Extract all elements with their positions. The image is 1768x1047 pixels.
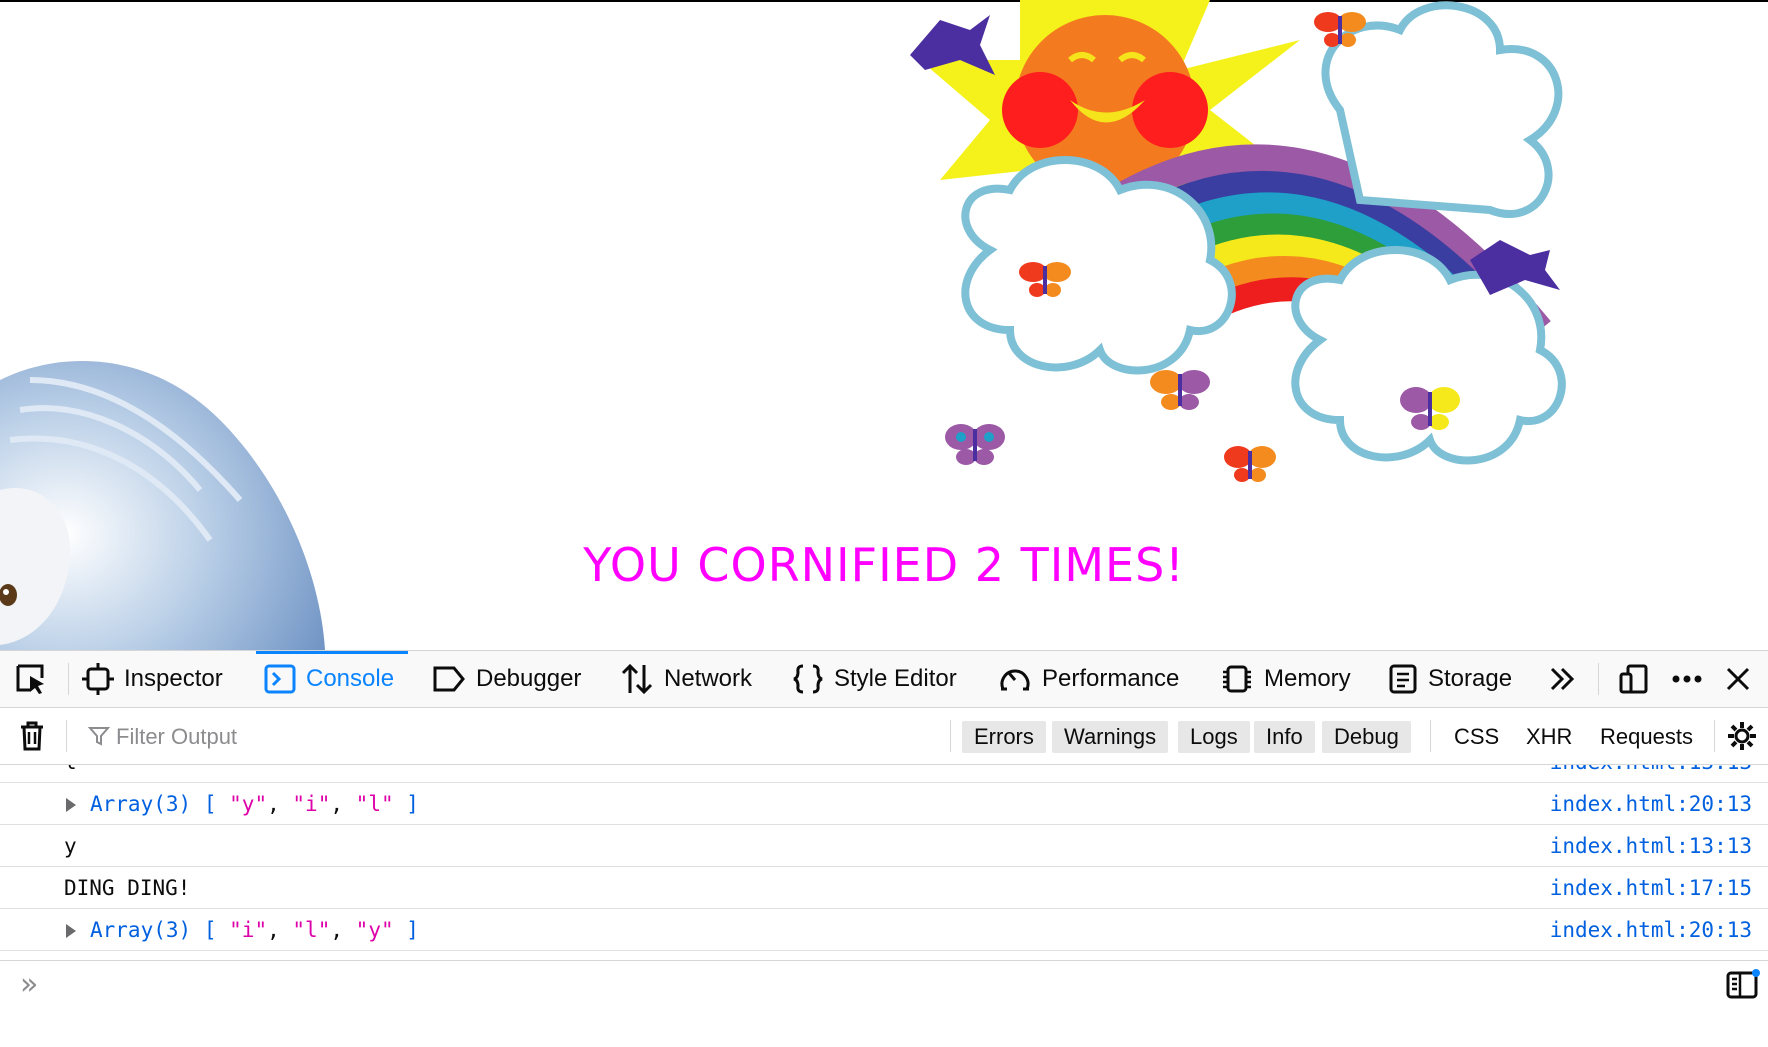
tab-label: Console [306,665,395,692]
tab-storage[interactable]: Storage [1388,651,1512,707]
inspector-icon [82,663,114,695]
console-message-location-link[interactable]: index.html:13:13 [1550,834,1752,858]
more-options-icon[interactable] [1670,651,1704,707]
console-message-row: DING DING! index.html:17:15 [0,867,1768,909]
tab-label: Memory [1264,665,1351,692]
console-settings-gear-icon[interactable] [1726,708,1758,764]
console-message-row: Array(3) [ "y", "i", "l" ] index.html:20… [0,783,1768,825]
tab-label: Inspector [124,665,223,692]
close-icon[interactable] [1724,651,1752,707]
filter-warnings-button[interactable]: Warnings [1052,721,1169,753]
filter-xhr-button[interactable]: XHR [1526,721,1572,753]
tab-performance[interactable]: Performance [998,651,1179,707]
filter-separator [950,720,951,752]
filter-output-input[interactable] [86,714,978,760]
devtools-toolbar: Inspector Console Debugger Network Style… [0,651,1768,708]
array-item: i [241,918,255,942]
element-picker-icon[interactable] [14,651,48,707]
tab-label: Network [664,665,753,692]
array-item: l [368,792,381,816]
filter-info-button[interactable]: Info [1254,721,1315,753]
toolbar-separator [68,663,69,695]
console-message-text: DING DING! [64,876,191,900]
rainbow-sun-illustration [910,0,1566,482]
tab-label: Style Editor [834,665,957,692]
console-message-location-link[interactable]: index.html:20:13 [1550,792,1752,816]
console-input-row: » [0,960,1768,1007]
unicorn-image [0,360,325,650]
console-array-message[interactable]: Array(3) [ "y", "i", "l" ] [90,792,419,816]
console-message-row: y index.html:13:13 [0,825,1768,867]
array-item: y [241,792,255,816]
tab-label: Debugger [476,665,582,692]
split-console-sidebar-icon[interactable] [1726,961,1760,1007]
storage-icon [1389,664,1417,694]
tab-debugger[interactable]: Debugger [432,651,581,707]
console-input-field[interactable] [60,969,1664,1003]
devtools-panel: Inspector Console Debugger Network Style… [0,650,1768,1047]
console-array-message[interactable]: Array(3) [ "i", "l", "y" ] [90,918,419,942]
console-message-text: l [64,765,77,774]
tab-label: Storage [1428,665,1513,692]
web-page-viewport: YOU CORNIFIED 2 TIMES! [0,0,1768,650]
tab-network[interactable]: Network [620,651,752,707]
network-icon [621,663,653,695]
performance-icon [1000,669,1030,691]
console-message-row: Array(3) [ "i", "l", "y" ] index.html:20… [0,909,1768,951]
array-label: Array(3) [90,792,192,816]
toolbar-separator [1598,663,1599,695]
cornified-count-text: YOU CORNIFIED 2 TIMES! [583,538,1185,592]
console-message-text: y [64,834,77,858]
console-message-row: l index.html:13:13 [0,765,1768,783]
filter-separator [1430,720,1431,752]
array-item: y [368,918,381,942]
filter-css-button[interactable]: CSS [1454,721,1499,753]
filter-debug-button[interactable]: Debug [1322,721,1411,753]
filter-requests-button[interactable]: Requests [1600,721,1693,753]
debugger-icon [433,666,465,692]
expand-triangle-icon[interactable] [66,798,76,812]
tab-console[interactable]: Console [255,651,409,707]
prompt-chevron-icon: » [20,967,39,1002]
console-icon [264,664,296,694]
tab-memory[interactable]: Memory [1220,651,1351,707]
console-message-location-link[interactable]: index.html:13:13 [1550,765,1752,774]
console-message-location-link[interactable]: index.html:20:13 [1550,918,1752,942]
memory-icon [1223,665,1251,693]
style-editor-icon [793,664,823,694]
responsive-design-icon[interactable] [1618,651,1650,707]
array-item: i [305,792,318,816]
clear-console-trash-icon[interactable] [18,708,46,764]
tab-inspector[interactable]: Inspector [82,651,223,707]
filter-errors-button[interactable]: Errors [962,721,1046,753]
filter-separator [1714,720,1715,752]
console-message-location-link[interactable]: index.html:17:15 [1550,876,1752,900]
console-filter-bar: Errors Warnings Logs Info Debug CSS XHR … [0,708,1768,765]
array-item: l [305,918,318,942]
more-tools-chevron-icon[interactable] [1548,651,1578,707]
tab-style-editor[interactable]: Style Editor [792,651,957,707]
console-output: l index.html:13:13 Array(3) [ "y", "i", … [0,765,1768,960]
expand-triangle-icon[interactable] [66,924,76,938]
filter-separator [66,720,67,752]
tab-label: Performance [1042,665,1180,692]
array-label: Array(3) [90,918,192,942]
filter-logs-button[interactable]: Logs [1178,721,1250,753]
